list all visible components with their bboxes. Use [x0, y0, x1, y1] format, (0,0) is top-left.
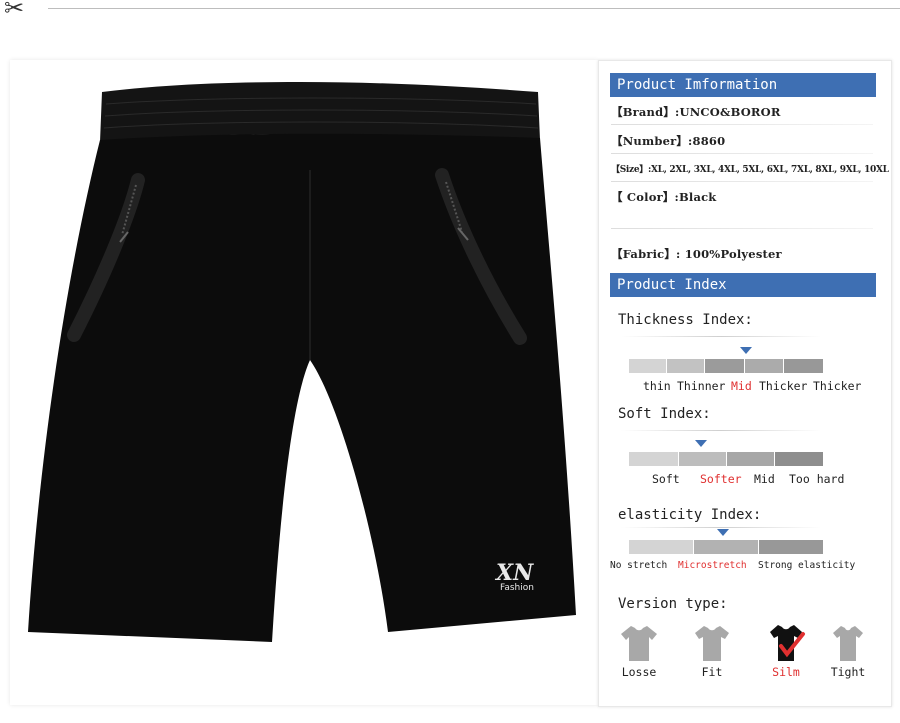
thickness-segment-thickest — [784, 359, 823, 373]
thickness-label-thicker: Thicker — [759, 379, 808, 393]
divider — [621, 430, 821, 431]
elasticity-index-title: elasticity Index: — [618, 507, 762, 523]
divider — [611, 228, 873, 229]
product-information-header: Product Imformation — [610, 73, 876, 97]
version-label-silm: Silm — [772, 665, 800, 679]
divider — [621, 527, 821, 528]
brand-spec: 【Brand】:UNCO&BOROR — [611, 105, 781, 119]
elasticity-segment-microstretch — [694, 540, 758, 554]
product-info-panel: Product Imformation 【Brand】:UNCO&BOROR 【… — [598, 60, 892, 707]
elasticity-selection-arrow-icon — [717, 529, 729, 536]
shorts-illustration: XN Fashion — [28, 82, 576, 642]
elasticity-label-no-stretch: No stretch — [610, 560, 668, 571]
soft-selection-arrow-icon — [695, 440, 707, 447]
brand-logo-text: Fashion — [500, 583, 534, 593]
elasticity-segment-strong — [759, 540, 823, 554]
version-type-title: Version type: — [618, 596, 728, 612]
version-label-losse: Losse — [621, 665, 657, 679]
cut-line: ✂ — [0, 0, 900, 22]
thickness-index-title: Thickness Index: — [618, 312, 753, 328]
thickness-label-thin: thin — [643, 379, 671, 393]
color-spec: 【 Color】:Black — [611, 190, 717, 204]
size-spec: 【Size】:XL, 2XL, 3XL, 4XL, 5XL, 6XL, 7XL,… — [611, 165, 889, 175]
waistband — [100, 82, 540, 142]
thickness-segment-thinner — [667, 359, 704, 373]
soft-label-soft: Soft — [652, 472, 680, 486]
soft-segment-too-hard — [775, 452, 823, 466]
shorts-body — [28, 133, 576, 642]
soft-segment-softer — [679, 452, 726, 466]
thickness-segment-mid — [705, 359, 744, 373]
thickness-segment-thicker — [745, 359, 783, 373]
divider — [611, 124, 873, 125]
tshirt-icon — [621, 626, 657, 661]
soft-segment-soft — [629, 452, 678, 466]
version-label-fit: Fit — [701, 665, 723, 679]
cut-line-rule — [48, 8, 900, 9]
thickness-selection-arrow-icon — [740, 347, 752, 354]
soft-label-too-hard: Too hard — [789, 472, 845, 486]
elasticity-label-strong: Strong elasticity — [758, 560, 856, 571]
thickness-label-thinner: Thinner — [677, 379, 726, 393]
product-index-header: Product Index — [610, 273, 876, 297]
tshirt-icon — [770, 625, 805, 661]
elasticity-label-microstretch: Microstretch — [678, 560, 747, 571]
elasticity-segment-no-stretch — [629, 540, 693, 554]
tshirt-icon — [695, 626, 729, 661]
thickness-segment-thin — [629, 359, 666, 373]
version-label-tight: Tight — [830, 665, 866, 679]
divider — [621, 336, 821, 337]
number-spec: 【Number】:8860 — [611, 134, 726, 148]
divider — [611, 153, 873, 154]
fabric-spec: 【Fabric】: 100%Polyester — [611, 247, 782, 261]
divider — [611, 181, 873, 182]
soft-label-mid: Mid — [754, 472, 775, 486]
scissors-icon: ✂ — [4, 0, 25, 22]
thickness-label-mid: Mid — [731, 379, 752, 393]
soft-label-softer: Softer — [700, 472, 742, 486]
soft-segment-mid — [727, 452, 774, 466]
thickness-label-thickest: Thicker — [813, 379, 862, 393]
product-photo: XN Fashion — [10, 60, 598, 705]
tshirt-icon — [833, 626, 863, 661]
soft-index-title: Soft Index: — [618, 406, 711, 422]
